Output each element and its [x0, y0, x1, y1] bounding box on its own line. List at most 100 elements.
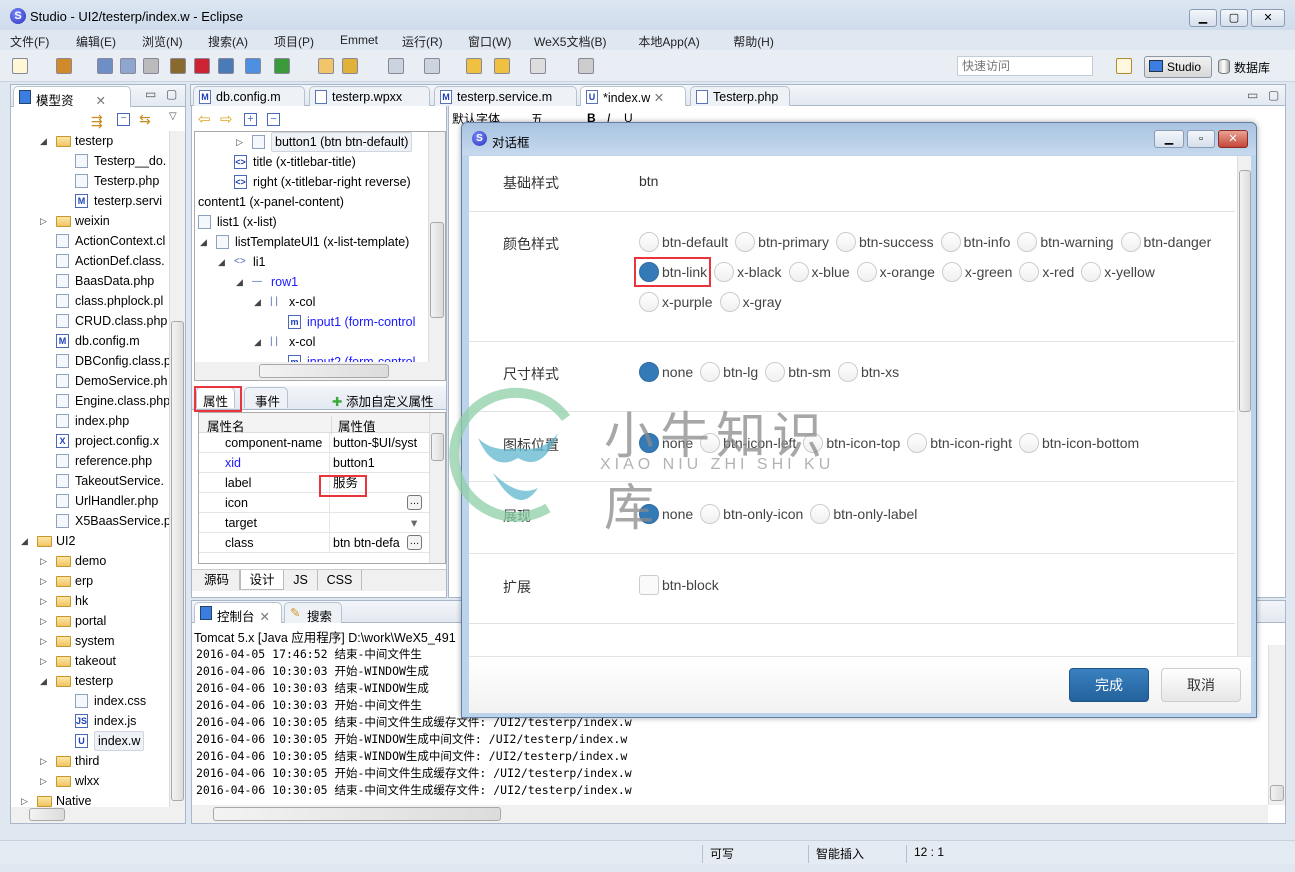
- close-icon[interactable]: ✕: [260, 610, 270, 624]
- radio-option[interactable]: btn-only-icon: [700, 504, 803, 524]
- radio-option[interactable]: btn-sm: [765, 362, 831, 382]
- dialog-title-bar[interactable]: S 对话框 ▁ ▫ ✕: [462, 123, 1256, 155]
- editor-tab[interactable]: U *index.w ✕: [580, 86, 686, 107]
- run-icon[interactable]: [245, 58, 261, 74]
- tree-collapsed-icon[interactable]: ▷: [236, 132, 243, 152]
- radio-button[interactable]: [1018, 433, 1039, 453]
- done-button[interactable]: 完成: [1069, 668, 1149, 702]
- tab-source[interactable]: 源码: [194, 570, 240, 590]
- radio-button[interactable]: [835, 232, 856, 252]
- tree-item[interactable]: X5BaasService.p: [11, 511, 169, 531]
- radio-option[interactable]: btn-icon-top: [803, 433, 900, 453]
- tree-collapsed-icon[interactable]: ▷: [40, 631, 47, 651]
- tree-item[interactable]: index.php: [11, 411, 169, 431]
- radio-button[interactable]: [639, 362, 659, 382]
- radio-button[interactable]: [941, 262, 962, 282]
- tree-item[interactable]: ◢ listTemplateUl1 (x-list-template): [195, 232, 428, 252]
- print-icon[interactable]: [143, 58, 159, 74]
- tree-expanded-icon[interactable]: ◢: [200, 232, 207, 252]
- radio-option[interactable]: btn-icon-right: [907, 433, 1012, 453]
- tomcat-restart-icon[interactable]: [218, 58, 234, 74]
- tree-item[interactable]: Testerp__do.: [11, 151, 169, 171]
- properties-scrollbar[interactable]: [429, 413, 445, 563]
- tree-item[interactable]: ◢ testerp: [11, 671, 169, 691]
- tree-item[interactable]: DemoService.ph: [11, 371, 169, 391]
- close-icon[interactable]: ✕: [96, 94, 106, 108]
- tab-events[interactable]: 事件: [244, 387, 288, 409]
- tree-expanded-icon[interactable]: ◢: [254, 292, 261, 312]
- tab-css[interactable]: CSS: [318, 570, 362, 590]
- menu-item[interactable]: 窗口(W): [468, 33, 511, 50]
- tree-item[interactable]: ActionContext.cl: [11, 231, 169, 251]
- radio-button[interactable]: [735, 232, 756, 252]
- tree-item[interactable]: ▷ erp: [11, 571, 169, 591]
- radio-option[interactable]: x-green: [941, 262, 1012, 282]
- forward-arrow-icon[interactable]: ⇨: [220, 110, 233, 128]
- radio-option[interactable]: btn-primary: [735, 232, 829, 252]
- radio-option[interactable]: btn-icon-left: [700, 433, 796, 453]
- radio-button[interactable]: [639, 292, 659, 312]
- expand-all-icon[interactable]: +: [244, 113, 257, 126]
- checkbox[interactable]: [639, 575, 659, 595]
- menu-item[interactable]: 浏览(N): [142, 33, 183, 50]
- minimize-view-icon[interactable]: ▭: [145, 87, 156, 101]
- tree-item[interactable]: BaasData.php: [11, 271, 169, 291]
- studio-perspective-button[interactable]: Studio: [1144, 56, 1212, 78]
- edit-icon[interactable]: [342, 58, 358, 74]
- save-icon[interactable]: [97, 58, 113, 74]
- collapse-all-icon[interactable]: −: [117, 113, 130, 126]
- tab-model-explorer[interactable]: 模型资 ✕: [13, 86, 131, 108]
- next-annotation-icon[interactable]: [388, 58, 404, 74]
- view-menu-icon[interactable]: ▽: [169, 111, 177, 122]
- minimize-editor-icon[interactable]: ▭: [1247, 88, 1258, 102]
- radio-option[interactable]: none: [639, 504, 693, 524]
- console-horizontal-scrollbar[interactable]: [192, 805, 1268, 823]
- radio-option[interactable]: none: [639, 362, 693, 382]
- tree-expanded-icon[interactable]: ◢: [218, 252, 225, 272]
- tree-item[interactable]: UrlHandler.php: [11, 491, 169, 511]
- radio-button[interactable]: [810, 504, 831, 524]
- tree-item[interactable]: ▷ takeout: [11, 651, 169, 671]
- close-button[interactable]: ✕: [1251, 9, 1285, 27]
- close-tab-icon[interactable]: ✕: [650, 91, 664, 105]
- save-all-icon[interactable]: [120, 58, 136, 74]
- tree-item[interactable]: ◢ | | x-col: [195, 332, 428, 352]
- radio-button[interactable]: [765, 362, 786, 382]
- property-row[interactable]: class btn btn-defa…: [199, 533, 429, 553]
- radio-button[interactable]: [1120, 232, 1141, 252]
- tree-item[interactable]: ▷ hk: [11, 591, 169, 611]
- checkbox-option[interactable]: btn-block: [639, 575, 719, 595]
- radio-option[interactable]: btn-link: [634, 257, 712, 287]
- back-icon[interactable]: [494, 58, 510, 74]
- tree-item[interactable]: <> right (x-titlebar-right reverse): [195, 172, 428, 192]
- radio-button[interactable]: [700, 504, 721, 524]
- maximize-button[interactable]: ▢: [1220, 9, 1248, 27]
- menu-item[interactable]: 项目(P): [274, 33, 314, 50]
- tree-item[interactable]: ◢ | | x-col: [195, 292, 428, 312]
- link-editor-icon[interactable]: ⇶: [91, 113, 103, 130]
- tree-item[interactable]: Mtesterp.servi: [11, 191, 169, 211]
- radio-button[interactable]: [803, 433, 824, 453]
- tree-collapsed-icon[interactable]: ▷: [40, 551, 47, 571]
- radio-button[interactable]: [940, 232, 961, 252]
- menu-item[interactable]: Emmet: [340, 33, 378, 47]
- tree-item[interactable]: ◢ <> li1: [195, 252, 428, 272]
- radio-button[interactable]: [639, 433, 659, 453]
- open-folder-icon[interactable]: [318, 58, 334, 74]
- tree-item[interactable]: m input2 (form-control: [195, 352, 428, 362]
- tomcat-start-icon[interactable]: [170, 58, 186, 74]
- outline-vertical-scrollbar[interactable]: [428, 132, 445, 362]
- tab-js[interactable]: JS: [284, 570, 318, 590]
- tree-item[interactable]: ▷ button1 (btn btn-default): [195, 132, 428, 152]
- tree-collapsed-icon[interactable]: ▷: [40, 611, 47, 631]
- tree-item[interactable]: class.phplock.pl: [11, 291, 169, 311]
- dropdown-arrow-icon[interactable]: ▾: [411, 513, 417, 533]
- property-row[interactable]: icon…: [199, 493, 429, 513]
- radio-button[interactable]: [1081, 262, 1102, 282]
- debug-icon[interactable]: [274, 58, 290, 74]
- dialog-close-button[interactable]: ✕: [1218, 130, 1248, 148]
- database-perspective-button[interactable]: 数据库: [1218, 59, 1270, 76]
- radio-option[interactable]: btn-success: [835, 232, 934, 252]
- menu-item[interactable]: 编辑(E): [76, 33, 116, 50]
- radio-option[interactable]: btn-info: [940, 232, 1010, 252]
